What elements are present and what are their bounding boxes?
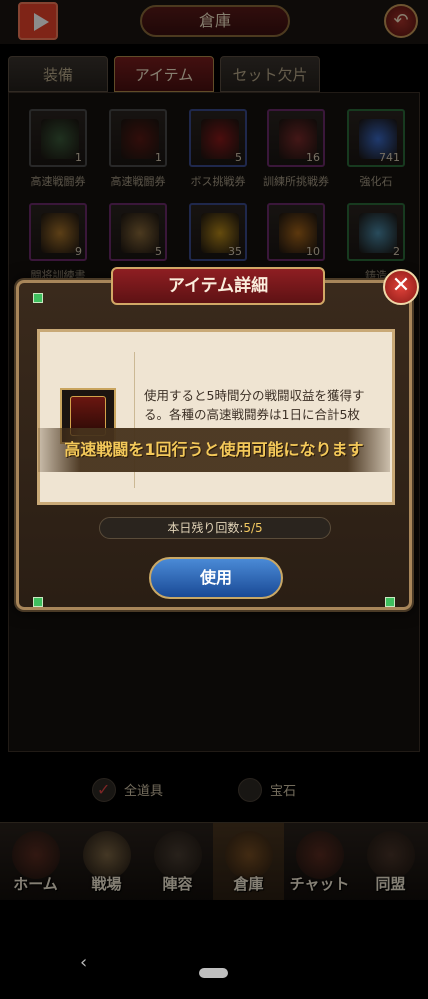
item-description-panel: 使用すると5時間分の戦闘収益を獲得する。各種の高速戦闘券は1日に合計5枚 <box>37 329 395 505</box>
remaining-uses: 本日残り回数:5/5 <box>99 517 331 539</box>
item-description: 使用すると5時間分の戦闘収益を獲得する。各種の高速戦闘券は1日に合計5枚 <box>144 388 365 422</box>
close-button[interactable]: ✕ <box>383 269 419 305</box>
use-button[interactable]: 使用 <box>149 557 283 599</box>
toast-message: 高速戦闘を1回行うと使用可能になります <box>38 428 390 472</box>
corner-gem-icon <box>33 293 43 303</box>
dialog-title: アイテム詳細 <box>111 267 325 305</box>
remaining-value: 5/5 <box>243 521 263 535</box>
system-nav-bar <box>0 900 428 999</box>
remaining-label: 本日残り回数: <box>167 521 244 535</box>
corner-gem-icon <box>385 597 395 607</box>
system-back-button[interactable]: ‹ <box>80 952 87 973</box>
system-home-button[interactable] <box>199 968 228 978</box>
corner-gem-icon <box>33 597 43 607</box>
